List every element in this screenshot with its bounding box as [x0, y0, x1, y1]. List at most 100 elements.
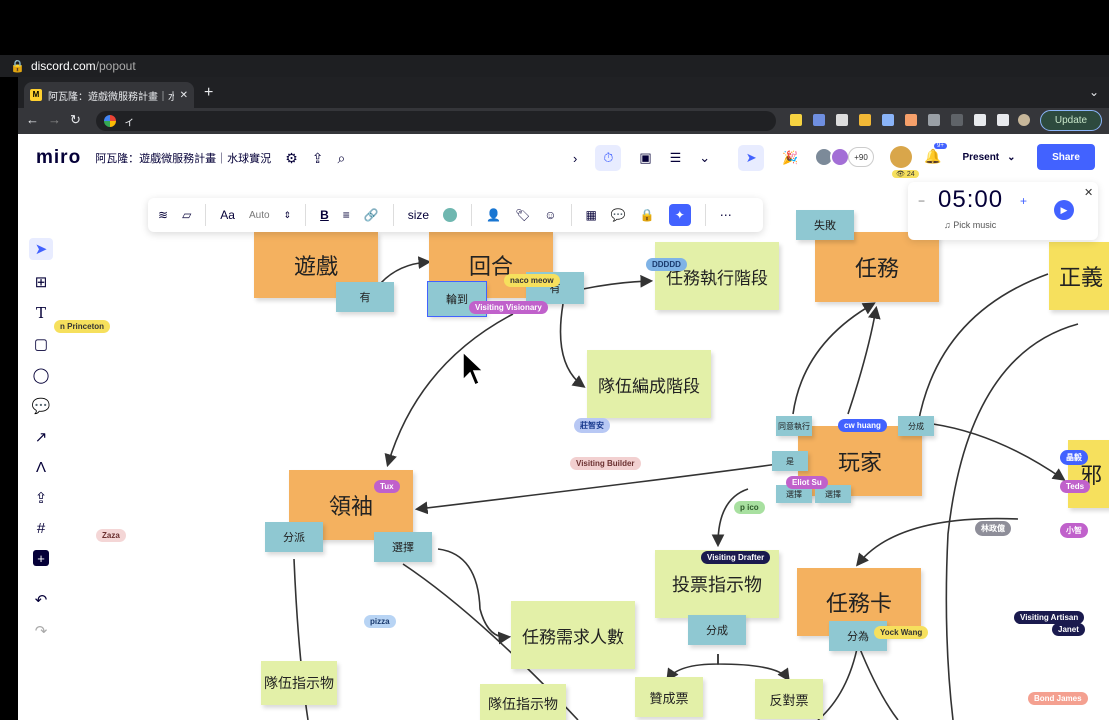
puzzle-icon[interactable] [974, 114, 986, 126]
sticky-team-indicator[interactable]: 隊伍指示物 [261, 661, 337, 705]
browser-tab-miro[interactable]: M 阿瓦隆：遊戲微服務計畫｜水球軟... ✕ [24, 82, 194, 108]
miro-logo[interactable]: miro [36, 147, 81, 169]
more-icon[interactable]: ⋯ [720, 208, 732, 222]
sticky-note-icon[interactable]: ▱ [182, 208, 191, 222]
cursor-label: DDDDD [646, 258, 687, 271]
sticky-reject[interactable]: 反對票 [755, 679, 823, 719]
extension-icon[interactable] [928, 114, 940, 126]
sticky-team-indicator[interactable]: 隊伍指示物 [480, 684, 566, 720]
label-have[interactable]: 有 [336, 282, 394, 312]
chevron-right-icon[interactable]: › [573, 151, 577, 166]
label-divide[interactable]: 分成 [688, 615, 746, 645]
color-picker[interactable] [443, 208, 458, 222]
font-size-stepper-icon[interactable]: ⇕ [284, 210, 292, 221]
connector-icon[interactable]: ↗ [35, 428, 48, 446]
ai-assist-icon[interactable]: ✦ [668, 204, 691, 226]
comment-icon[interactable]: 💬 [611, 208, 626, 222]
update-button[interactable]: Update [1040, 110, 1102, 131]
label-choose[interactable]: 選擇 [374, 532, 432, 562]
sidepanel-icon[interactable] [997, 114, 1009, 126]
redo-icon[interactable]: ↷ [35, 622, 48, 640]
size-label: size [407, 208, 430, 222]
cursor-label: Visiting Builder [570, 457, 641, 470]
font-size-icon[interactable]: Aa [220, 208, 235, 222]
templates-icon[interactable]: ⊞ [35, 273, 48, 291]
mic-icon[interactable] [951, 114, 963, 126]
reactions-icon[interactable]: 🎉 [782, 150, 798, 166]
tab-search-icon[interactable]: ⌄ [1089, 85, 1099, 99]
select-tool-icon[interactable]: ➤ [29, 238, 53, 260]
shapes-icon[interactable]: ◯ [33, 366, 50, 384]
chevron-down-icon[interactable]: ⌄ [699, 150, 710, 166]
collaborator-avatars[interactable]: +90 [814, 147, 874, 167]
link-icon[interactable]: 🔗 [364, 208, 379, 222]
back-icon[interactable]: ← [26, 112, 39, 127]
avatar[interactable] [830, 147, 850, 167]
comment-tool-icon[interactable]: 💬 [32, 397, 51, 415]
frame-icon[interactable]: ▣ [639, 150, 651, 166]
present-button[interactable]: Present ⌄ [953, 144, 1025, 170]
extension-icon[interactable] [836, 114, 848, 126]
sticky-mission-phase[interactable]: 任務執行階段 [655, 242, 779, 310]
extension-icon[interactable] [882, 114, 894, 126]
pen-icon[interactable]: Λ [36, 459, 46, 476]
export-icon[interactable]: ⇪ [312, 150, 324, 167]
play-icon[interactable]: ▶ [1054, 200, 1074, 220]
bold-icon[interactable]: B [320, 208, 329, 222]
notes-icon[interactable]: ☰ [670, 150, 682, 166]
decrease-icon[interactable]: − [918, 194, 925, 208]
frame-tool-icon[interactable]: # [37, 520, 45, 537]
label-agree-exec[interactable]: 同意執行 [776, 416, 812, 436]
tag-icon[interactable]: 🏷 [515, 208, 530, 222]
tab-title: 阿瓦隆：遊戲微服務計畫｜水球軟... [48, 91, 174, 103]
cursor-select-icon[interactable]: ➤ [738, 145, 765, 171]
host-avatar[interactable] [890, 146, 912, 168]
sticky-team-phase[interactable]: 隊伍編成階段 [587, 350, 711, 418]
new-tab-button[interactable]: + [204, 84, 213, 102]
reload-icon[interactable]: ↻ [70, 112, 81, 128]
cursor-label: Tux [374, 480, 400, 493]
profile-avatar[interactable] [1018, 114, 1030, 126]
extension-icon[interactable] [905, 114, 917, 126]
address-bar[interactable]: ィ [96, 111, 776, 131]
forward-icon[interactable]: → [48, 112, 61, 127]
label-is[interactable]: 是 [772, 451, 808, 471]
undo-icon[interactable]: ↶ [35, 591, 48, 609]
label-dispatch[interactable]: 分派 [265, 522, 323, 552]
search-icon[interactable]: ⌕ [337, 150, 345, 167]
bell-icon[interactable]: 🔔 [924, 148, 941, 165]
timer-icon[interactable]: ⏱ [595, 145, 622, 171]
close-tab-icon[interactable]: ✕ [180, 90, 188, 101]
label-fail[interactable]: 失敗 [796, 210, 854, 240]
miro-board[interactable]: 遊戲 回合 任務 領袖 玩家 任務卡 正義 邪 任務執行階段 隊伍編成階段 投票… [18, 134, 1109, 720]
stack-icon[interactable]: ≋ [158, 208, 168, 222]
assign-icon[interactable]: 👤 [486, 208, 501, 222]
sticky-tool-icon[interactable]: ▢ [34, 335, 48, 353]
sticky-justice[interactable]: 正義 [1049, 242, 1109, 310]
font-size-value[interactable]: Auto [249, 210, 270, 221]
timer-display: 05:00 [938, 186, 1004, 213]
settings-icon[interactable]: ⚙ [285, 150, 298, 167]
align-icon[interactable]: ≡ [343, 208, 350, 222]
close-icon[interactable]: ✕ [1084, 186, 1093, 199]
sticky-team-count[interactable]: 任務需求人數 [511, 601, 635, 669]
board-title[interactable]: 阿瓦隆：遊戲微服務計畫｜水球實況 [95, 150, 271, 166]
increase-icon[interactable]: + [1020, 194, 1027, 208]
sticky-approve[interactable]: 贊成票 [635, 677, 703, 717]
cursor-label: Yock Wang [874, 626, 929, 639]
upload-icon[interactable]: ⇪ [35, 489, 48, 507]
pick-music[interactable]: ♫ Pick music [944, 220, 996, 230]
extension-icon[interactable] [813, 114, 825, 126]
add-apps-icon[interactable]: + [33, 550, 49, 566]
discord-url-bar: 🔒 discord.com/popout [0, 55, 1109, 77]
share-button[interactable]: Share [1037, 144, 1095, 170]
label-divide[interactable]: 分成 [898, 416, 934, 436]
sticky-task[interactable]: 任務 [815, 232, 939, 302]
more-collaborators-badge[interactable]: +90 [848, 147, 874, 167]
card-icon[interactable]: ▦ [586, 208, 597, 222]
text-tool-icon[interactable]: T [36, 304, 46, 322]
lock-icon[interactable]: 🔒 [640, 208, 655, 222]
extension-icon[interactable] [790, 114, 802, 126]
extension-icon[interactable] [859, 114, 871, 126]
emoji-icon[interactable]: ☺ [544, 208, 556, 222]
